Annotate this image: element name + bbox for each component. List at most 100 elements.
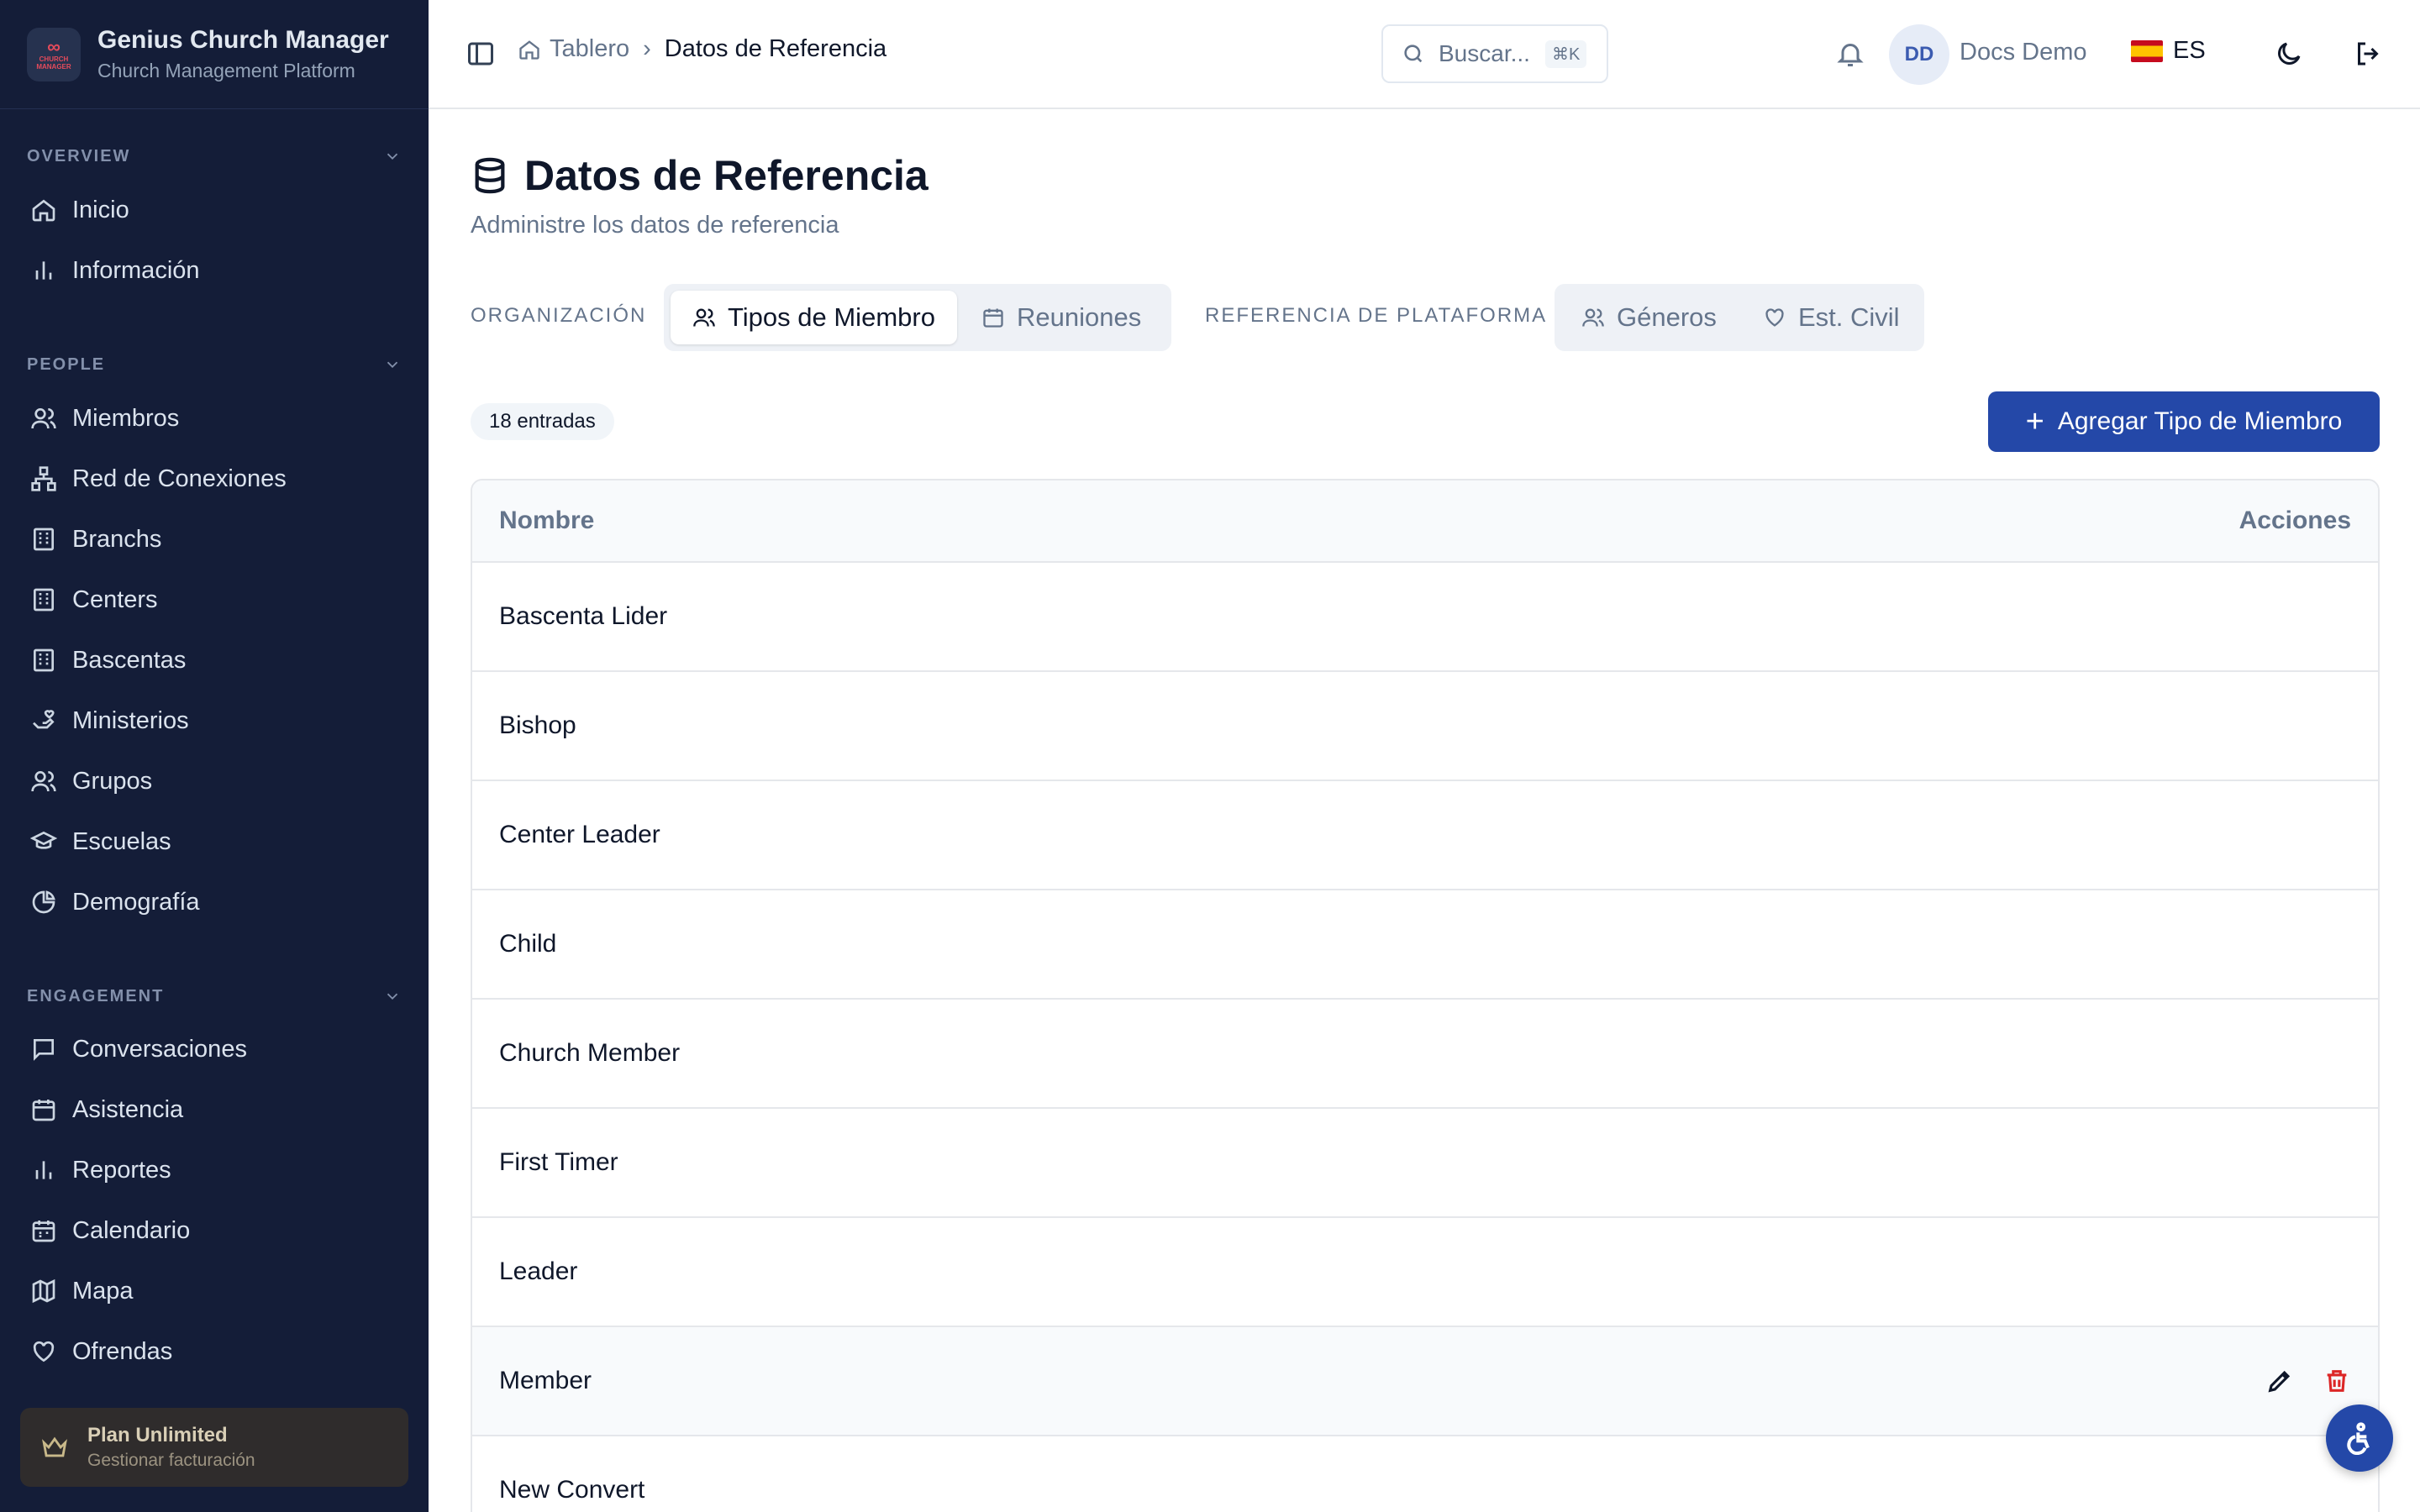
sidebar-item-branchs[interactable]: Branchs <box>30 516 161 563</box>
table-row[interactable]: Leader <box>472 1218 2378 1327</box>
tab-generos[interactable]: Géneros <box>1560 291 1739 344</box>
home-icon <box>519 39 539 60</box>
sidebar-item-ofrendas[interactable]: Ofrendas <box>30 1328 172 1375</box>
add-button-label: Agregar Tipo de Miembro <box>2057 407 2343 435</box>
member-types-table: Nombre Acciones Bascenta Lider Bishop Ce… <box>471 479 2380 1512</box>
sidebar-item-label: Inicio <box>72 196 129 223</box>
pencil-icon[interactable] <box>2265 1367 2294 1395</box>
tab-tipos-de-miembro[interactable]: Tipos de Miembro <box>671 291 957 344</box>
sidebar-item-mapa[interactable]: Mapa <box>30 1268 134 1315</box>
table-row[interactable]: Child <box>472 890 2378 1000</box>
table-header: Nombre Acciones <box>472 480 2378 563</box>
app-logo: ∞ CHURCH MANAGER <box>27 27 81 81</box>
sidebar-item-red-de-conexiones[interactable]: Red de Conexiones <box>30 455 287 502</box>
page-title-row: Datos de Referencia <box>471 151 929 200</box>
sidebar-item-centers[interactable]: Centers <box>30 576 158 623</box>
chevron-right-icon: › <box>643 35 651 62</box>
search-input[interactable]: Buscar... ⌘K <box>1381 24 1608 83</box>
section-people[interactable]: PEOPLE <box>27 348 402 381</box>
section-label: ENGAGEMENT <box>27 986 165 1005</box>
sidebar-item-label: Reportes <box>72 1156 171 1184</box>
logo-text: CHURCH MANAGER <box>36 55 71 71</box>
message-icon <box>34 1039 54 1061</box>
column-header-nombre[interactable]: Nombre <box>499 507 594 535</box>
app-subtitle: Church Management Platform <box>97 60 355 81</box>
sidebar-item-calendario[interactable]: Calendario <box>30 1207 190 1254</box>
sidebar-item-informacion[interactable]: Información <box>30 247 200 294</box>
tab-group-label-plataforma: REFERENCIA DE PLATAFORMA <box>1205 304 1548 327</box>
sidebar-toggle-icon[interactable] <box>466 39 496 69</box>
row-actions <box>2237 1367 2351 1395</box>
sidebar-item-conversaciones[interactable]: Conversaciones <box>30 1026 247 1073</box>
search-shortcut: ⌘K <box>1544 39 1587 68</box>
building-icon <box>34 588 54 612</box>
tab-label: Est. Civil <box>1798 302 1900 332</box>
sidebar-item-grupos[interactable]: Grupos <box>30 758 152 805</box>
table-row[interactable]: Bascenta Lider <box>472 563 2378 672</box>
calendar-icon <box>32 1221 55 1242</box>
sidebar-item-asistencia[interactable]: Asistencia <box>30 1086 183 1133</box>
tab-label: Tipos de Miembro <box>728 302 935 332</box>
page-subtitle: Administre los datos de referencia <box>471 212 839 239</box>
plan-title: Plan Unlimited <box>87 1424 228 1446</box>
avatar[interactable]: DD <box>1889 24 1949 85</box>
tab-group-organizacion: Tipos de Miembro Reuniones <box>664 284 1171 351</box>
language-selector[interactable]: ES <box>2131 37 2206 65</box>
plus-icon: + <box>2025 403 2044 439</box>
sidebar-item-label: Ofrendas <box>72 1337 173 1365</box>
table-row[interactable]: Center Leader <box>472 781 2378 890</box>
sidebar-item-reportes[interactable]: Reportes <box>30 1147 171 1194</box>
bar-chart-icon <box>35 1161 52 1179</box>
breadcrumb-current: Datos de Referencia <box>664 35 887 62</box>
calendar-icon <box>983 308 1003 328</box>
sidebar-item-label: Grupos <box>72 767 153 795</box>
user-name[interactable]: Docs Demo <box>1960 39 2087 66</box>
table-row[interactable]: Member <box>472 1327 2378 1436</box>
sidebar-item-demografia[interactable]: Demografía <box>30 879 200 926</box>
accessibility-button[interactable] <box>2326 1404 2393 1472</box>
sidebar-item-label: Demografía <box>72 888 200 916</box>
map-icon <box>32 1278 55 1304</box>
logout-icon[interactable] <box>2353 39 2383 69</box>
chevron-down-icon <box>387 361 398 369</box>
sidebar-item-label: Calendario <box>72 1216 191 1244</box>
pie-chart-icon <box>32 890 55 914</box>
column-header-acciones: Acciones <box>2238 507 2351 534</box>
row-name: First Timer <box>499 1148 618 1176</box>
row-name: Child <box>499 930 557 958</box>
graduation-cap-icon <box>30 831 57 849</box>
sidebar-item-escuelas[interactable]: Escuelas <box>30 818 171 865</box>
trash-icon[interactable] <box>2323 1367 2351 1395</box>
table-row[interactable]: Church Member <box>472 1000 2378 1109</box>
sidebar-item-label: Miembros <box>72 404 180 432</box>
add-member-type-button[interactable]: + Agregar Tipo de Miembro <box>1988 391 2380 452</box>
row-name: New Convert <box>499 1476 645 1504</box>
sidebar-item-inicio[interactable]: Inicio <box>30 186 129 234</box>
breadcrumb-home[interactable]: Tablero <box>518 35 629 63</box>
section-overview[interactable]: OVERVIEW <box>27 139 402 173</box>
sidebar-item-label: Red de Conexiones <box>72 465 287 492</box>
brand[interactable]: ∞ CHURCH MANAGER Genius Church Manager C… <box>0 0 429 109</box>
sidebar-item-miembros[interactable]: Miembros <box>30 395 179 442</box>
sidebar-item-bascentas[interactable]: Bascentas <box>30 637 186 684</box>
building-icon <box>34 528 54 551</box>
users-icon <box>693 308 715 327</box>
users-icon <box>31 408 56 429</box>
section-engagement[interactable]: ENGAGEMENT <box>27 979 402 1013</box>
tab-reuniones[interactable]: Reuniones <box>960 291 1163 344</box>
sidebar-item-label: Escuelas <box>72 827 171 855</box>
table-row[interactable]: Bishop <box>472 672 2378 781</box>
table-row[interactable]: New Convert <box>472 1436 2378 1512</box>
sidebar-item-ministerios[interactable]: Ministerios <box>30 697 189 744</box>
bar-chart-icon <box>35 261 52 280</box>
tab-est-civil[interactable]: Est. Civil <box>1741 291 1922 344</box>
heart-icon <box>33 1341 55 1362</box>
table-row[interactable]: First Timer <box>472 1109 2378 1218</box>
tab-label: Reuniones <box>1017 302 1142 332</box>
bell-icon[interactable] <box>1835 39 1865 69</box>
sidebar-item-label: Información <box>72 256 200 284</box>
plan-card[interactable]: Plan Unlimited Gestionar facturación <box>20 1408 408 1487</box>
section-label: OVERVIEW <box>27 146 131 165</box>
moon-icon[interactable] <box>2274 39 2304 69</box>
crown-icon <box>42 1436 67 1457</box>
